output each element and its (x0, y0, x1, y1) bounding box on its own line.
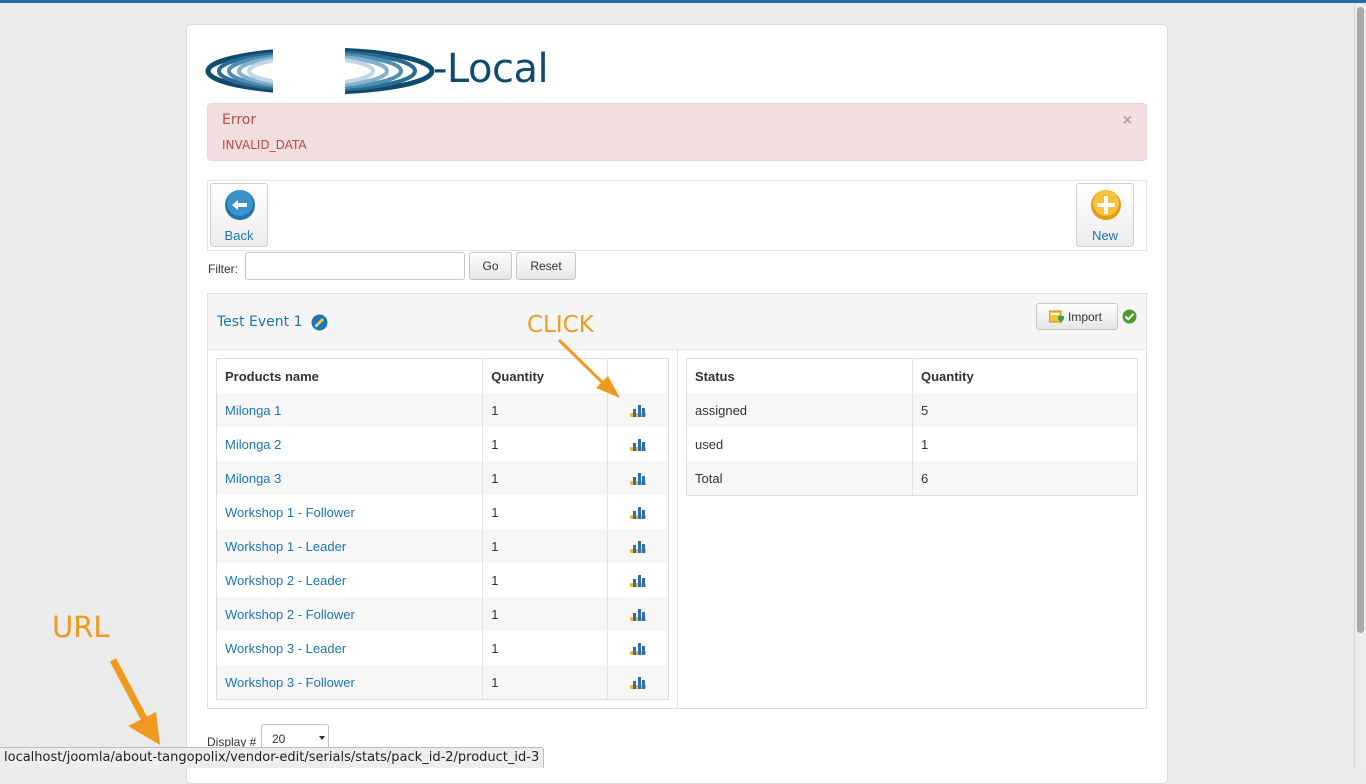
filter-label: Filter: (208, 262, 238, 276)
product-quantity: 1 (482, 631, 608, 665)
scrollbar-thumb[interactable] (1357, 7, 1364, 633)
table-row: Milonga 1 1 (216, 393, 669, 427)
page-scrollbar[interactable] (1354, 3, 1366, 768)
new-button[interactable]: New (1076, 183, 1134, 247)
table-header-row: Products name Quantity (217, 358, 669, 394)
product-quantity: 1 (482, 393, 608, 427)
back-label: Back (224, 228, 254, 243)
product-quantity: 1 (482, 665, 608, 700)
header-quantity[interactable]: Quantity (482, 358, 608, 393)
table-row: assigned 5 (686, 393, 1138, 427)
header-actions (607, 358, 669, 393)
stats-chart-icon[interactable] (629, 470, 647, 486)
plus-icon (1091, 190, 1121, 220)
status-quantity: 5 (912, 393, 1138, 427)
table-row: Milonga 2 1 (217, 427, 669, 461)
table-row: used 1 (687, 427, 1138, 461)
browser-status-url: localhost/joomla/about-tangopolix/vendor… (0, 747, 545, 768)
import-label: Import (1068, 310, 1103, 324)
table-row: Workshop 3 - Follower 1 (216, 665, 669, 700)
product-quantity: 1 (482, 427, 608, 461)
go-button[interactable]: Go (469, 252, 512, 280)
product-quantity: 1 (482, 495, 608, 529)
product-link[interactable]: Milonga 1 (225, 403, 281, 418)
edit-pencil-icon[interactable] (311, 314, 328, 331)
stats-chart-icon[interactable] (629, 674, 647, 690)
panel-header: Test Event 1 Import (208, 294, 1146, 350)
filter-input[interactable] (245, 252, 465, 280)
back-button[interactable]: Back (210, 183, 268, 247)
table-row: Total 6 (686, 461, 1138, 496)
annotation-url-label: URL (52, 610, 110, 644)
logo-text: -Local (433, 46, 549, 92)
stats-chart-icon[interactable] (629, 606, 647, 622)
panel-divider (677, 350, 678, 708)
table-row: Workshop 2 - Follower 1 (216, 597, 669, 631)
stats-chart-icon[interactable] (629, 402, 647, 418)
stats-chart-icon[interactable] (629, 572, 647, 588)
stats-chart-icon[interactable] (629, 640, 647, 656)
stats-chart-icon[interactable] (629, 538, 647, 554)
alert-title: Error (222, 112, 257, 128)
product-link[interactable]: Workshop 2 - Follower (225, 607, 355, 622)
product-link[interactable]: Workshop 3 - Leader (225, 641, 346, 656)
reset-button[interactable]: Reset (516, 252, 576, 280)
status-table: Status Quantity assigned 5 used 1 Total … (686, 358, 1138, 496)
status-name: Total (686, 461, 913, 496)
product-link[interactable]: Workshop 1 - Follower (225, 505, 355, 520)
close-icon[interactable]: × (1123, 112, 1132, 130)
error-alert: Error INVALID_DATA × (207, 103, 1147, 161)
products-table: Products name Quantity Milonga 1 1 Milon… (216, 358, 669, 700)
url-arrow-icon (109, 658, 160, 745)
product-quantity: 1 (482, 529, 608, 563)
alert-message: INVALID_DATA (222, 138, 307, 152)
product-quantity: 1 (482, 461, 608, 495)
product-link[interactable]: Workshop 3 - Follower (225, 675, 355, 690)
status-name: used (695, 436, 724, 452)
stats-chart-icon[interactable] (629, 436, 647, 452)
table-row: Workshop 3 - Leader 1 (217, 631, 669, 665)
product-quantity: 1 (482, 563, 608, 597)
product-link[interactable]: Milonga 2 (225, 437, 281, 452)
table-row: Milonga 3 1 (216, 461, 669, 495)
browser-top-bar (0, 0, 1366, 3)
table-row: Workshop 1 - Follower 1 (217, 495, 669, 529)
published-check-icon[interactable] (1122, 309, 1137, 324)
chevron-down-icon (319, 736, 325, 740)
new-label: New (1091, 228, 1118, 243)
header-status[interactable]: Status (687, 359, 913, 394)
status-quantity: 6 (912, 461, 1138, 496)
stats-chart-icon[interactable] (629, 504, 647, 520)
status-name: assigned (686, 393, 913, 427)
product-link[interactable]: Milonga 3 (225, 471, 281, 486)
table-row: Workshop 2 - Leader 1 (217, 563, 669, 597)
display-limit-value: 20 (272, 732, 286, 746)
annotation-click-label: CLICK (527, 312, 594, 338)
toolbar: Back New (207, 180, 1147, 251)
status-quantity: 1 (912, 427, 1138, 461)
header-products-name[interactable]: Products name (217, 359, 483, 394)
table-header-row: Status Quantity (687, 358, 1138, 394)
event-title-link[interactable]: Test Event 1 (217, 314, 302, 330)
product-link[interactable]: Workshop 2 - Leader (225, 573, 346, 588)
spiral-logo-mark-icon (205, 47, 435, 95)
table-row: Workshop 1 - Leader 1 (216, 529, 669, 563)
product-link[interactable]: Workshop 1 - Leader (225, 539, 346, 554)
import-icon (1049, 310, 1064, 323)
site-logo[interactable]: -Local (205, 44, 565, 96)
header-quantity[interactable]: Quantity (912, 358, 1138, 393)
import-button[interactable]: Import (1036, 303, 1118, 330)
product-quantity: 1 (482, 597, 608, 631)
back-arrow-icon (225, 190, 255, 220)
